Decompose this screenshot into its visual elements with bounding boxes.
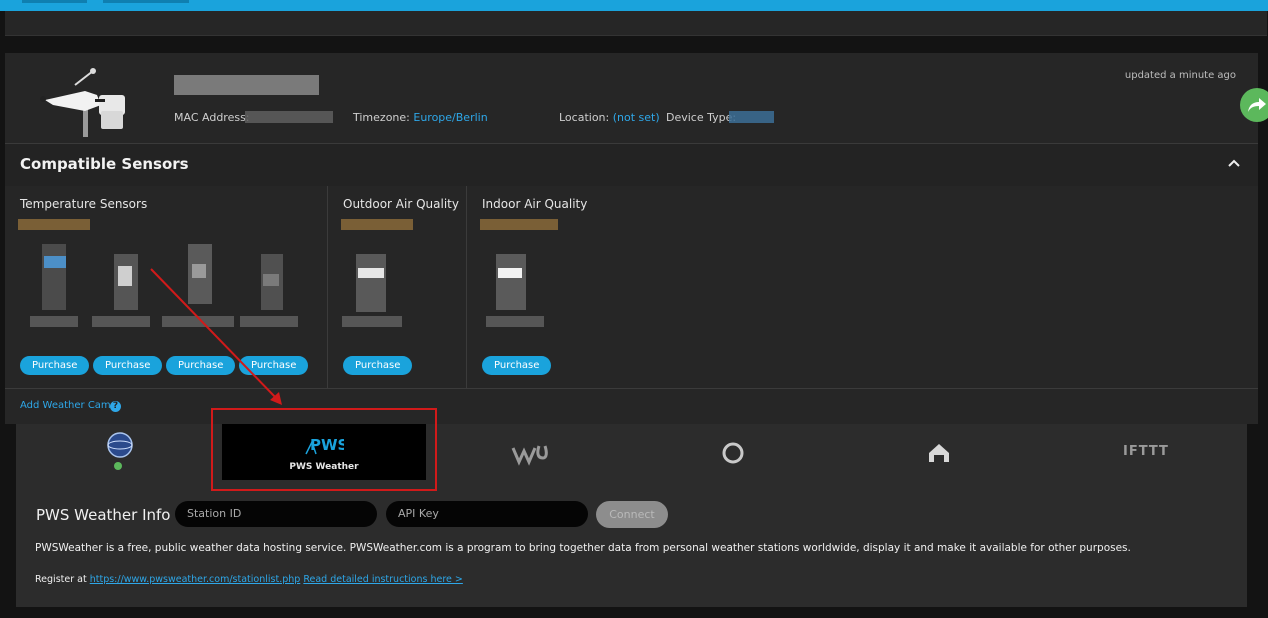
station-id-input[interactable]: Station ID bbox=[175, 501, 377, 527]
ring-icon[interactable] bbox=[721, 441, 745, 501]
register-prefix: Register at bbox=[35, 574, 87, 585]
api-key-input[interactable]: API Key bbox=[386, 501, 588, 527]
connect-button[interactable]: Connect bbox=[596, 501, 668, 528]
register-line: Register at https://www.pwsweather.com/s… bbox=[35, 574, 463, 585]
register-link[interactable]: https://www.pwsweather.com/stationlist.p… bbox=[90, 574, 301, 585]
instructions-link[interactable]: Read detailed instructions here > bbox=[303, 574, 463, 585]
wunderground-icon[interactable] bbox=[511, 442, 549, 502]
home-icon[interactable] bbox=[927, 442, 951, 502]
pws-description: PWSWeather is a free, public weather dat… bbox=[35, 542, 1131, 554]
pws-weather-info-label: PWS Weather Info : bbox=[36, 506, 181, 524]
globe-icon[interactable] bbox=[106, 432, 134, 492]
weather-services-panel: PWS PWS Weather IFTTT PWS Weather Info :… bbox=[16, 424, 1247, 607]
ifttt-icon[interactable]: IFTTT bbox=[1123, 444, 1169, 459]
annotation-highlight-box bbox=[211, 408, 437, 491]
